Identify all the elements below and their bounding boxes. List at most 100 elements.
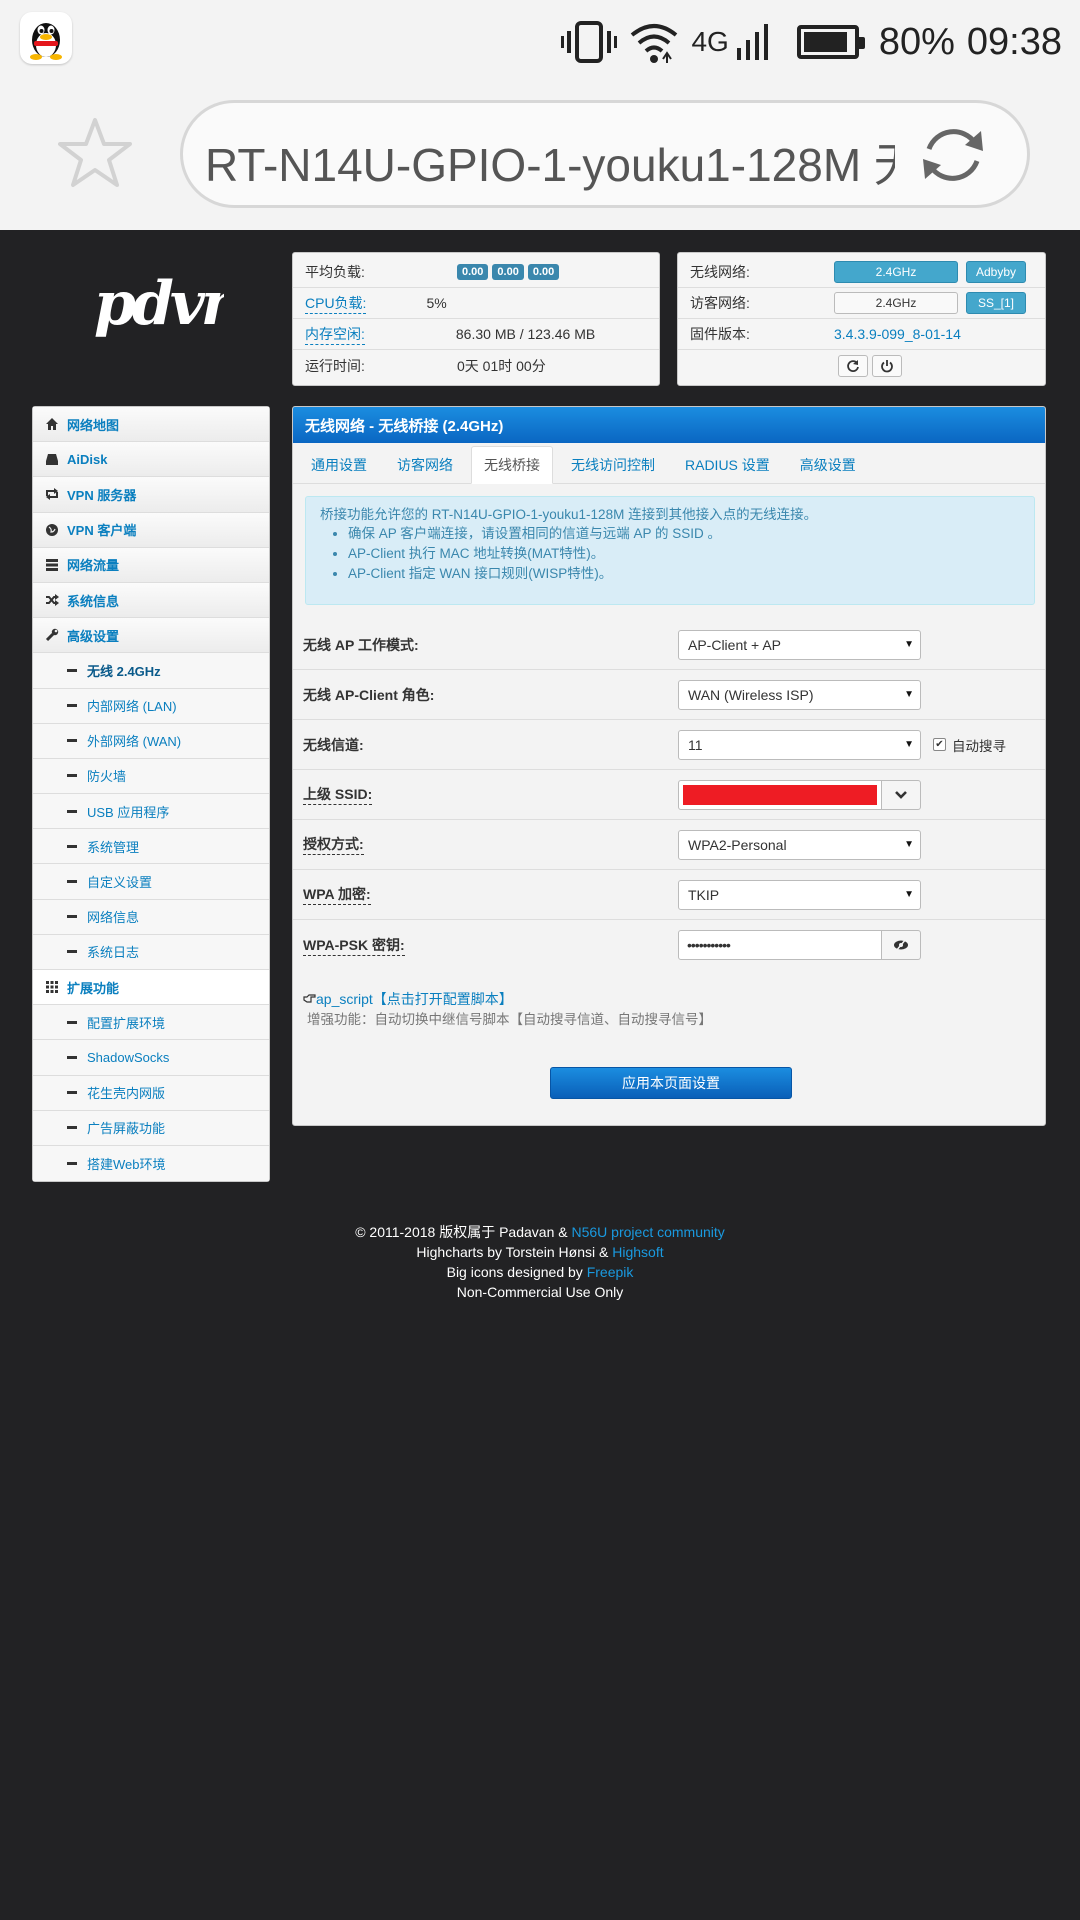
ss-button[interactable]: SS_[1] — [966, 292, 1026, 314]
sidebar-sub-ext-env[interactable]: 配置扩展环境 — [33, 1005, 269, 1041]
apply-button[interactable]: 应用本页面设置 — [550, 1067, 792, 1099]
firmware-value[interactable]: 3.4.3.9-099_8-01-14 — [834, 326, 961, 342]
guest-row: 访客网络: 2.4GHz SS_[1] — [678, 288, 1045, 319]
load-row: 平均负载: 0.00 0.00 0.00 — [293, 257, 659, 288]
mem-row: 内存空闲: 86.30 MB / 123.46 MB — [293, 319, 659, 350]
footer-line: © 2011-2018 版权属于 Padavan & N56U project … — [0, 1222, 1080, 1242]
tab-access-control[interactable]: 无线访问控制 — [559, 447, 667, 483]
sidebar-item-vpn-client[interactable]: VPN 客户端 — [33, 512, 269, 548]
tab-advanced[interactable]: 高级设置 — [788, 447, 868, 483]
cpu-label-link[interactable]: CPU负载: — [305, 293, 367, 314]
ap-script-link[interactable]: ap_script【点击打开配置脚本】 — [303, 989, 513, 1009]
status-icons: 4G 80% 09:38 — [561, 14, 1062, 70]
auto-search-checkbox[interactable]: ✔ 自动搜寻 — [933, 735, 1006, 755]
ssid-scan-button[interactable] — [881, 779, 921, 810]
wpa-label: WPA 加密: — [303, 884, 371, 905]
sidebar-sub-web-env[interactable]: 搭建Web环境 — [33, 1145, 269, 1182]
clock: 09:38 — [966, 20, 1062, 63]
ap-script-text[interactable]: ap_script【点击打开配置脚本】 — [316, 991, 513, 1007]
url-text[interactable]: RT-N14U-GPIO-1-youku1-128M 无 — [205, 129, 895, 195]
reload-icon[interactable] — [913, 115, 993, 195]
ssid-input[interactable] — [678, 779, 882, 810]
wifi-icon — [631, 24, 678, 63]
info-alert: 桥接功能允许您的 RT-N14U-GPIO-1-youku1-128M 连接到其… — [305, 496, 1035, 605]
caret-down-icon: ▼ — [904, 638, 914, 650]
checkmark-icon[interactable]: ✔ — [933, 738, 946, 751]
bookmark-star-icon[interactable] — [58, 116, 132, 190]
retweet-icon — [45, 487, 59, 501]
sidebar-item-label: AiDisk — [67, 451, 108, 467]
sidebar-item-aidisk[interactable]: AiDisk — [33, 442, 269, 478]
sidebar-sub-label: 配置扩展环境 — [87, 1015, 166, 1031]
sidebar-sub-wan[interactable]: 外部网络 (WAN) — [33, 723, 269, 759]
mode-select[interactable]: AP-Client + AP ▼ — [678, 629, 921, 660]
sidebar-sub-admin[interactable]: 系统管理 — [33, 829, 269, 865]
uptime-row: 运行时间: 0天 01时 00分 — [293, 350, 659, 381]
auth-row: 授权方式: WPA2-Personal ▼ — [293, 820, 1045, 870]
wpa-select[interactable]: TKIP ▼ — [678, 879, 921, 910]
qq-icon[interactable] — [20, 12, 72, 64]
wireless-24-button[interactable]: 2.4GHz — [834, 261, 958, 283]
tasks-icon — [45, 558, 59, 572]
sidebar-sub-netinfo[interactable]: 网络信息 — [33, 899, 269, 935]
highsoft-link[interactable]: Highsoft — [612, 1244, 663, 1260]
power-button[interactable] — [872, 354, 902, 377]
alert-list: 确保 AP 客户端连接，请设置相同的信道与远端 AP 的 SSID 。 AP-C… — [348, 524, 1020, 584]
sidebar-item-label: VPN 客户端 — [67, 523, 137, 539]
sidebar-sub-shadowsocks[interactable]: ShadowSocks — [33, 1040, 269, 1076]
sidebar-item-traffic[interactable]: 网络流量 — [33, 547, 269, 583]
refresh-button[interactable] — [838, 354, 868, 377]
sidebar-item-network-map[interactable]: 网络地图 — [33, 407, 269, 443]
sidebar-item-label: 网络地图 — [67, 417, 120, 433]
sidebar-sub-label: 花生壳内网版 — [87, 1086, 166, 1102]
hdd-icon — [45, 452, 59, 466]
role-row: 无线 AP-Client 角色: WAN (Wireless ISP) ▼ — [293, 670, 1045, 720]
sidebar-sub-wireless-24[interactable]: 无线 2.4GHz — [33, 653, 269, 689]
auth-select[interactable]: WPA2-Personal ▼ — [678, 829, 921, 860]
action-row — [678, 350, 1045, 381]
n56u-link[interactable]: N56U project community — [572, 1224, 725, 1240]
sidebar-sub-usb[interactable]: USB 应用程序 — [33, 794, 269, 830]
sidebar-item-label: 网络流量 — [67, 558, 120, 574]
auto-search-label: 自动搜寻 — [952, 738, 1006, 754]
sidebar-sub-adblock[interactable]: 广告屏蔽功能 — [33, 1110, 269, 1146]
eye-slash-icon — [894, 939, 908, 951]
uptime-value: 0天 01时 00分 — [457, 357, 546, 374]
sidebar-sub-syslog[interactable]: 系统日志 — [33, 934, 269, 970]
sidebar-sub-firewall[interactable]: 防火墙 — [33, 758, 269, 795]
caret-down-icon: ▼ — [904, 738, 914, 750]
channel-select[interactable]: 11 ▼ — [678, 729, 921, 760]
sidebar-item-advanced[interactable]: 高级设置 — [33, 618, 269, 654]
sidebar-sub-lan[interactable]: 内部网络 (LAN) — [33, 688, 269, 724]
battery-percent: 80% — [878, 20, 955, 63]
tab-guest[interactable]: 访客网络 — [385, 447, 465, 483]
tab-general[interactable]: 通用设置 — [299, 447, 379, 483]
sidebar-sub-label: 系统日志 — [87, 945, 140, 961]
alert-bullet: AP-Client 执行 MAC 地址转换(MAT特性)。 — [348, 544, 1020, 564]
guest-24-button[interactable]: 2.4GHz — [834, 292, 958, 314]
freepik-link[interactable]: Freepik — [587, 1264, 634, 1280]
hand-right-icon — [303, 994, 316, 1003]
sidebar-sub-custom[interactable]: 自定义设置 — [33, 864, 269, 900]
footer-license: Non-Commercial Use Only — [456, 1284, 624, 1300]
wireless-label: 无线网络: — [690, 264, 750, 280]
mem-label-link[interactable]: 内存空闲: — [305, 324, 365, 345]
role-select[interactable]: WAN (Wireless ISP) ▼ — [678, 679, 921, 710]
sidebar-sub-phddns[interactable]: 花生壳内网版 — [33, 1075, 269, 1111]
chevron-down-icon — [895, 790, 907, 799]
psk-label: WPA-PSK 密钥: — [303, 935, 405, 956]
tab-bridge[interactable]: 无线桥接 — [471, 446, 553, 484]
url-bar[interactable]: RT-N14U-GPIO-1-youku1-128M 无 — [180, 100, 1030, 208]
sidebar-item-extensions[interactable]: 扩展功能 — [33, 970, 269, 1006]
sidebar-item-system-info[interactable]: 系统信息 — [33, 582, 269, 619]
adbyby-button[interactable]: Adbyby — [966, 261, 1026, 283]
load-badge: 0.00 — [492, 264, 524, 280]
sidebar-sub-label: 搭建Web环境 — [87, 1157, 166, 1173]
show-password-button[interactable] — [881, 930, 921, 960]
sidebar-item-vpn-server[interactable]: VPN 服务器 — [33, 477, 269, 513]
psk-input[interactable]: ••••••••••• — [678, 930, 882, 960]
tab-radius[interactable]: RADIUS 设置 — [673, 447, 782, 483]
ap-script-desc: 增强功能：自动切换中继信号脚本【自动搜寻信道、自动搜寻信号】 — [307, 1012, 712, 1027]
sidebar-sub-label: 防火墙 — [87, 769, 127, 785]
guest-label: 访客网络: — [690, 295, 750, 311]
